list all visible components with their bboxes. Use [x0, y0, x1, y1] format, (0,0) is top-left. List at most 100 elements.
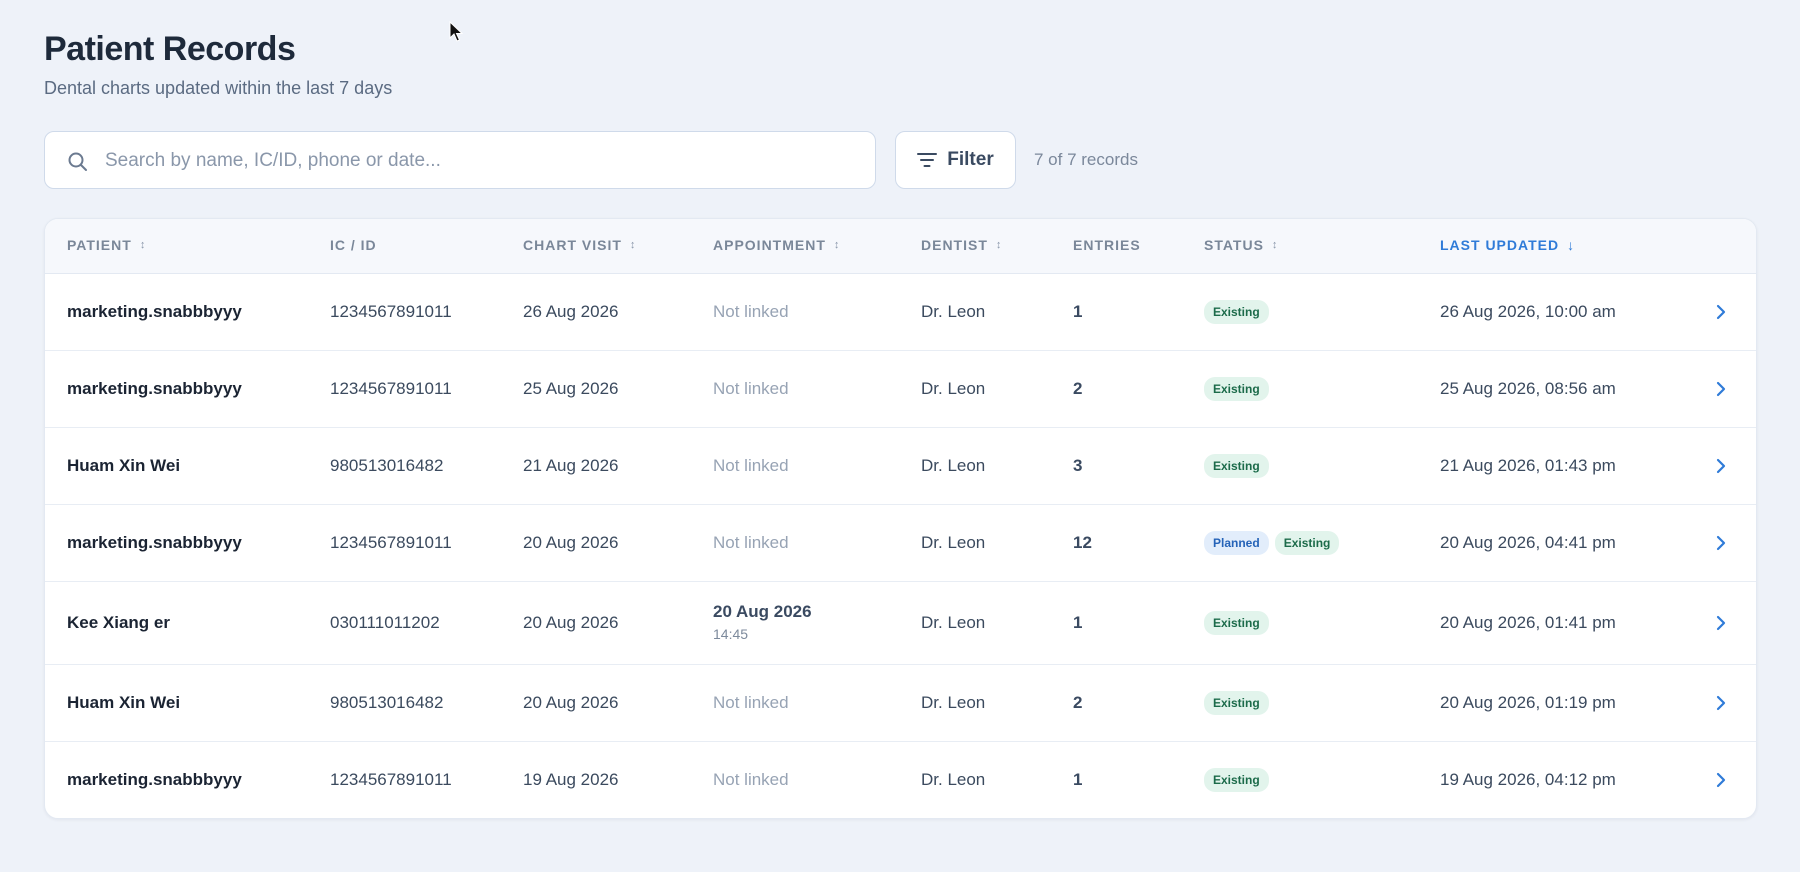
status-badge: Existing	[1274, 530, 1340, 555]
column-label: IC / ID	[330, 237, 377, 253]
sort-icon: ↕	[139, 239, 147, 251]
table-row[interactable]: marketing.snabbbyyy 1234567891011 26 Aug 2…	[45, 273, 1756, 351]
chevron-right-icon[interactable]	[1716, 381, 1726, 397]
patient-ic: 030111011202	[330, 612, 440, 632]
dentist-name: Dr. Leon	[921, 532, 986, 552]
column-header-appointment[interactable]: APPOINTMENT ↕	[713, 237, 840, 253]
column-header-status[interactable]: STATUS ↕	[1204, 237, 1278, 253]
entries-count: 2	[1073, 378, 1083, 398]
filter-icon	[917, 153, 938, 167]
search-box[interactable]	[44, 131, 876, 190]
column-label: APPOINTMENT	[713, 237, 826, 253]
sort-icon: ↕	[629, 239, 637, 251]
entries-count: 3	[1073, 455, 1083, 475]
status-badge: Planned	[1204, 530, 1269, 555]
last-updated: 20 Aug 2026, 01:41 pm	[1440, 612, 1616, 632]
column-header-patient[interactable]: PATIENT ↕	[67, 237, 146, 253]
chevron-right-icon[interactable]	[1716, 772, 1726, 788]
table-row[interactable]: marketing.snabbbyyy 1234567891011 20 Aug 2…	[45, 504, 1756, 582]
status-cell: Existing	[1204, 376, 1275, 401]
chevron-right-icon[interactable]	[1716, 695, 1726, 711]
patient-name: Kee Xiang er	[67, 612, 170, 632]
status-cell: Existing	[1204, 767, 1275, 792]
column-header-entries: ENTRIES	[1073, 237, 1141, 253]
appointment-cell: 20 Aug 2026 14:45	[713, 602, 812, 642]
dentist-name: Dr. Leon	[921, 769, 986, 789]
patient-ic: 1234567891011	[330, 301, 452, 321]
column-header-ic: IC / ID	[330, 237, 377, 253]
column-label: DENTIST	[921, 237, 988, 253]
patient-name: Huam Xin Wei	[67, 692, 181, 712]
status-cell: Existing	[1204, 690, 1275, 715]
last-updated: 26 Aug 2026, 10:00 am	[1440, 301, 1616, 321]
dentist-name: Dr. Leon	[921, 301, 986, 321]
appointment-cell: Not linked	[713, 692, 789, 712]
last-updated: 19 Aug 2026, 04:12 pm	[1440, 769, 1616, 789]
last-updated: 21 Aug 2026, 01:43 pm	[1440, 455, 1616, 475]
patient-name: marketing.snabbbyyy	[67, 532, 242, 552]
arrow-down-icon: ↓	[1567, 237, 1576, 253]
status-cell: Existing	[1204, 299, 1275, 324]
table-row[interactable]: Huam Xin Wei 980513016482 20 Aug 2026 Not l…	[45, 664, 1756, 742]
table-row[interactable]: Huam Xin Wei 980513016482 21 Aug 2026 Not l…	[45, 427, 1756, 505]
dentist-name: Dr. Leon	[921, 612, 986, 632]
sort-icon: ↕	[1271, 239, 1279, 251]
dentist-name: Dr. Leon	[921, 455, 986, 475]
status-cell: Existing	[1204, 610, 1275, 635]
column-header-dentist[interactable]: DENTIST ↕	[921, 237, 1002, 253]
dentist-name: Dr. Leon	[921, 378, 986, 398]
sort-icon: ↕	[995, 239, 1003, 251]
patient-ic: 1234567891011	[330, 769, 452, 789]
status-cell: Planned Existing	[1204, 530, 1345, 555]
chevron-right-icon[interactable]	[1716, 535, 1726, 551]
chevron-right-icon[interactable]	[1716, 458, 1726, 474]
page-title: Patient Records	[44, 30, 296, 68]
last-updated: 25 Aug 2026, 08:56 am	[1440, 378, 1616, 398]
entries-count: 1	[1073, 612, 1083, 632]
patient-name: marketing.snabbbyyy	[67, 769, 242, 789]
appointment-cell: Not linked	[713, 378, 789, 398]
status-badge: Existing	[1204, 767, 1269, 792]
appointment-cell: Not linked	[713, 301, 789, 321]
column-label: PATIENT	[67, 237, 132, 253]
patient-name: marketing.snabbbyyy	[67, 378, 242, 398]
page-subtitle: Dental charts updated within the last 7 …	[44, 78, 393, 98]
appointment-date: 20 Aug 2026	[713, 601, 812, 621]
last-updated: 20 Aug 2026, 01:19 pm	[1440, 692, 1616, 712]
chevron-right-icon[interactable]	[1716, 615, 1726, 631]
patient-name: Huam Xin Wei	[67, 455, 181, 475]
record-count: 7 of 7 records	[1034, 150, 1138, 169]
table-row[interactable]: marketing.snabbbyyy 1234567891011 25 Aug 2…	[45, 350, 1756, 428]
search-icon	[68, 152, 87, 171]
chart-visit-date: 26 Aug 2026	[523, 301, 619, 321]
chevron-right-icon[interactable]	[1716, 304, 1726, 320]
filter-button[interactable]: Filter	[895, 131, 1016, 189]
column-label: ENTRIES	[1073, 237, 1141, 253]
appointment-cell: Not linked	[713, 532, 789, 552]
search-input[interactable]	[103, 132, 847, 190]
chart-visit-date: 19 Aug 2026	[523, 769, 619, 789]
column-header-chart-visit[interactable]: CHART VISIT ↕	[523, 237, 636, 253]
patient-name: marketing.snabbbyyy	[67, 301, 242, 321]
chart-visit-date: 20 Aug 2026	[523, 532, 619, 552]
patient-ic: 980513016482	[330, 455, 444, 475]
entries-count: 12	[1073, 532, 1092, 552]
column-label: CHART VISIT	[523, 237, 622, 253]
patient-ic: 1234567891011	[330, 532, 452, 552]
status-badge: Existing	[1204, 690, 1269, 715]
chart-visit-date: 20 Aug 2026	[523, 692, 619, 712]
chart-visit-date: 21 Aug 2026	[523, 455, 619, 475]
table-row[interactable]: Kee Xiang er 030111011202 20 Aug 2026 20 Au…	[45, 581, 1756, 665]
column-header-last-updated[interactable]: LAST UPDATED ↓	[1440, 237, 1575, 253]
status-badge: Existing	[1204, 376, 1269, 401]
column-label: LAST UPDATED	[1440, 237, 1560, 253]
patient-ic: 1234567891011	[330, 378, 452, 398]
status-cell: Existing	[1204, 453, 1275, 478]
appointment-cell: Not linked	[713, 455, 789, 475]
table-row[interactable]: marketing.snabbbyyy 1234567891011 19 Aug 2…	[45, 741, 1756, 818]
status-badge: Existing	[1204, 610, 1269, 635]
table-header: PATIENT ↕ IC / ID CHART VISIT ↕ APPOINTMEN…	[45, 219, 1756, 274]
sort-icon: ↕	[833, 239, 841, 251]
patient-ic: 980513016482	[330, 692, 444, 712]
chart-visit-date: 20 Aug 2026	[523, 612, 619, 632]
